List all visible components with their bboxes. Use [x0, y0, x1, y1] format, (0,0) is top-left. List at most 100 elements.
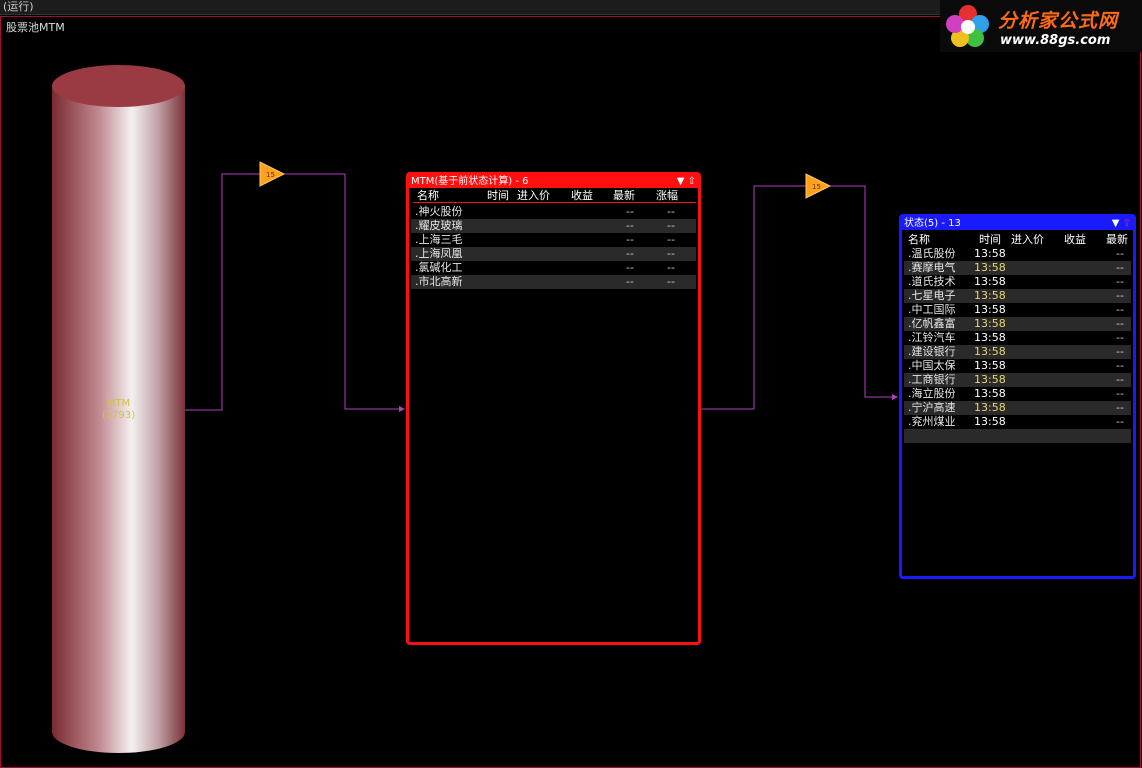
stock-name: .道氏技术 — [908, 275, 956, 288]
stock-name: .宁沪高速 — [908, 401, 956, 414]
table-row[interactable]: .中国太保 13:58 -- — [904, 359, 1131, 373]
time-value: 13:58 — [974, 289, 1006, 302]
table-row[interactable]: .海立股份 13:58 -- — [904, 387, 1131, 401]
col-profit[interactable]: 收益 — [1064, 233, 1086, 246]
table-row[interactable]: .氯碱化工 -- -- — [411, 261, 696, 275]
latest-value: -- — [1116, 373, 1124, 386]
latest-value: -- — [1116, 415, 1124, 428]
cylinder-name: MTM — [106, 398, 131, 409]
change-value: -- — [667, 219, 675, 232]
table-row[interactable]: .市北高新 -- -- — [411, 275, 696, 289]
table-row[interactable]: .上海凤凰 -- -- — [411, 247, 696, 261]
change-value: -- — [667, 261, 675, 274]
stock-name: .氯碱化工 — [415, 261, 463, 274]
time-value: 13:58 — [974, 317, 1006, 330]
latest-value: -- — [626, 205, 634, 218]
col-entry-price[interactable]: 进入价 — [1011, 233, 1044, 246]
dropdown-icon[interactable]: ▼ — [1112, 218, 1120, 229]
latest-value: -- — [1116, 247, 1124, 260]
time-value: 13:58 — [974, 387, 1006, 400]
change-value: -- — [667, 275, 675, 288]
table-row[interactable]: .江铃汽车 13:58 -- — [904, 331, 1131, 345]
col-time[interactable]: 时间 — [487, 189, 509, 202]
table-header: 名称 时间 进入价 收益 最新 — [906, 233, 1131, 246]
collapse-up-icon[interactable]: ⇧ — [688, 176, 696, 187]
state-result-panel[interactable]: 状态(5) - 13 ▼ ⇧ 名称 时间 进入价 收益 最新 .温氏股份 13:5… — [899, 214, 1136, 579]
stock-name: .海立股份 — [908, 387, 956, 400]
latest-value: -- — [1116, 331, 1124, 344]
table-row[interactable]: .兖州煤业 13:58 -- — [904, 415, 1131, 429]
connector-line-1 — [185, 173, 404, 411]
stock-name: .亿帆鑫富 — [908, 317, 956, 330]
table-row[interactable]: .道氏技术 13:58 -- — [904, 275, 1131, 289]
table-row[interactable]: .建设银行 13:58 -- — [904, 345, 1131, 359]
table-row[interactable]: .耀皮玻璃 -- -- — [411, 219, 696, 233]
latest-value: -- — [626, 233, 634, 246]
filter-triangle-icon[interactable]: 15 — [259, 161, 286, 187]
stock-name: .神火股份 — [415, 205, 463, 218]
panel-title: MTM(基于前状态计算) - 6 — [411, 176, 529, 187]
col-time[interactable]: 时间 — [979, 233, 1001, 246]
latest-value: -- — [1116, 289, 1124, 302]
table-row[interactable]: .宁沪高速 13:58 -- — [904, 401, 1131, 415]
stock-name: .兖州煤业 — [908, 415, 956, 428]
time-value: 13:58 — [974, 303, 1006, 316]
panel-title-bar[interactable]: MTM(基于前状态计算) - 6 ▼ ⇧ — [409, 175, 698, 188]
dropdown-icon[interactable]: ▼ — [677, 176, 685, 187]
table-row[interactable]: .亿帆鑫富 13:58 -- — [904, 317, 1131, 331]
col-entry-price[interactable]: 进入价 — [517, 189, 550, 202]
table-row[interactable]: .神火股份 -- -- — [411, 205, 696, 219]
table-row[interactable]: .上海三毛 -- -- — [411, 233, 696, 247]
panel-title-bar[interactable]: 状态(5) - 13 ▼ ⇧ — [902, 217, 1133, 230]
table-row[interactable]: .温氏股份 13:58 -- — [904, 247, 1131, 261]
stock-name: .市北高新 — [415, 275, 463, 288]
stock-name: .赛摩电气 — [908, 261, 956, 274]
col-profit[interactable]: 收益 — [571, 189, 593, 202]
col-name[interactable]: 名称 — [908, 233, 930, 246]
latest-value: -- — [1116, 401, 1124, 414]
panel-title: 状态(5) - 13 — [904, 218, 961, 229]
table-row[interactable]: .工商银行 13:58 -- — [904, 373, 1131, 387]
time-value: 13:58 — [974, 247, 1006, 260]
stock-name: .工商银行 — [908, 373, 956, 386]
empty-row — [904, 429, 1131, 443]
col-name[interactable]: 名称 — [417, 189, 439, 202]
col-change[interactable]: 涨幅 — [656, 189, 678, 202]
collapse-up-icon[interactable]: ⇧ — [1123, 218, 1131, 229]
time-value: 13:58 — [974, 275, 1006, 288]
time-value: 13:58 — [974, 331, 1006, 344]
stock-name: .江铃汽车 — [908, 331, 956, 344]
stock-name: .建设银行 — [908, 345, 956, 358]
col-latest[interactable]: 最新 — [1106, 233, 1128, 246]
latest-value: -- — [1116, 387, 1124, 400]
connector-line-2 — [701, 185, 897, 410]
latest-value: -- — [1116, 317, 1124, 330]
time-value: 13:58 — [974, 345, 1006, 358]
col-latest[interactable]: 最新 — [613, 189, 635, 202]
change-value: -- — [667, 205, 675, 218]
latest-value: -- — [1116, 359, 1124, 372]
stock-name: .温氏股份 — [908, 247, 956, 260]
stock-name: .耀皮玻璃 — [415, 219, 463, 232]
latest-value: -- — [1116, 303, 1124, 316]
time-value: 13:58 — [974, 261, 1006, 274]
table-row[interactable]: .中工国际 13:58 -- — [904, 303, 1131, 317]
change-value: -- — [667, 247, 675, 260]
time-value: 13:58 — [974, 415, 1006, 428]
cylinder-count: (2793) — [101, 410, 136, 421]
svg-text:15: 15 — [266, 171, 275, 179]
table-row[interactable]: .赛摩电气 13:58 -- — [904, 261, 1131, 275]
change-value: -- — [667, 233, 675, 246]
latest-value: -- — [626, 219, 634, 232]
stock-name: .中工国际 — [908, 303, 956, 316]
latest-value: -- — [1116, 345, 1124, 358]
table-row[interactable]: .七星电子 13:58 -- — [904, 289, 1131, 303]
latest-value: -- — [626, 275, 634, 288]
latest-value: -- — [1116, 275, 1124, 288]
time-value: 13:58 — [974, 401, 1006, 414]
mtm-result-panel[interactable]: MTM(基于前状态计算) - 6 ▼ ⇧ 名称 时间 进入价 收益 最新 涨幅 … — [406, 172, 701, 645]
time-value: 13:58 — [974, 359, 1006, 372]
filter-triangle-icon[interactable]: 15 — [805, 173, 832, 199]
time-value: 13:58 — [974, 373, 1006, 386]
latest-value: -- — [1116, 261, 1124, 274]
